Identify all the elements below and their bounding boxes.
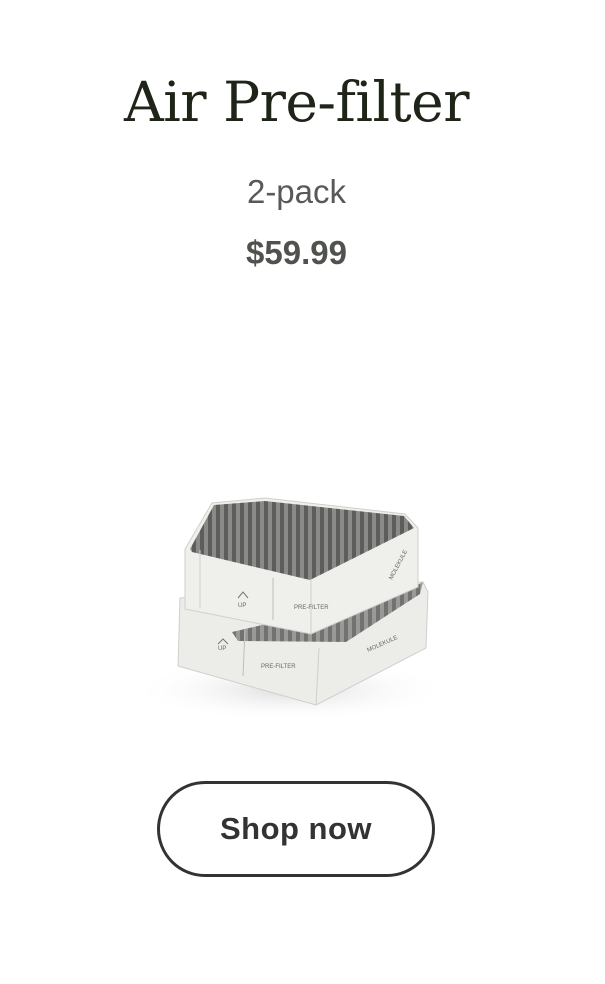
shop-now-button[interactable]: Shop now — [157, 781, 435, 877]
air-pre-filter-illustration: UP PRE-FILTER MOLEKULE UP PRE-FILTER MOL… — [130, 497, 450, 722]
bottom-filter-type-label: PRE-FILTER — [261, 664, 296, 670]
product-image: UP PRE-FILTER MOLEKULE UP PRE-FILTER MOL… — [120, 470, 450, 740]
top-filter-type-label: PRE-FILTER — [294, 605, 329, 611]
bottom-filter-up-label: UP — [218, 646, 226, 652]
product-title: Air Pre-filter — [124, 70, 470, 134]
product-price: $59.99 — [246, 234, 347, 271]
product-variant: 2-pack — [246, 173, 347, 210]
top-filter-up-label: UP — [238, 603, 246, 609]
